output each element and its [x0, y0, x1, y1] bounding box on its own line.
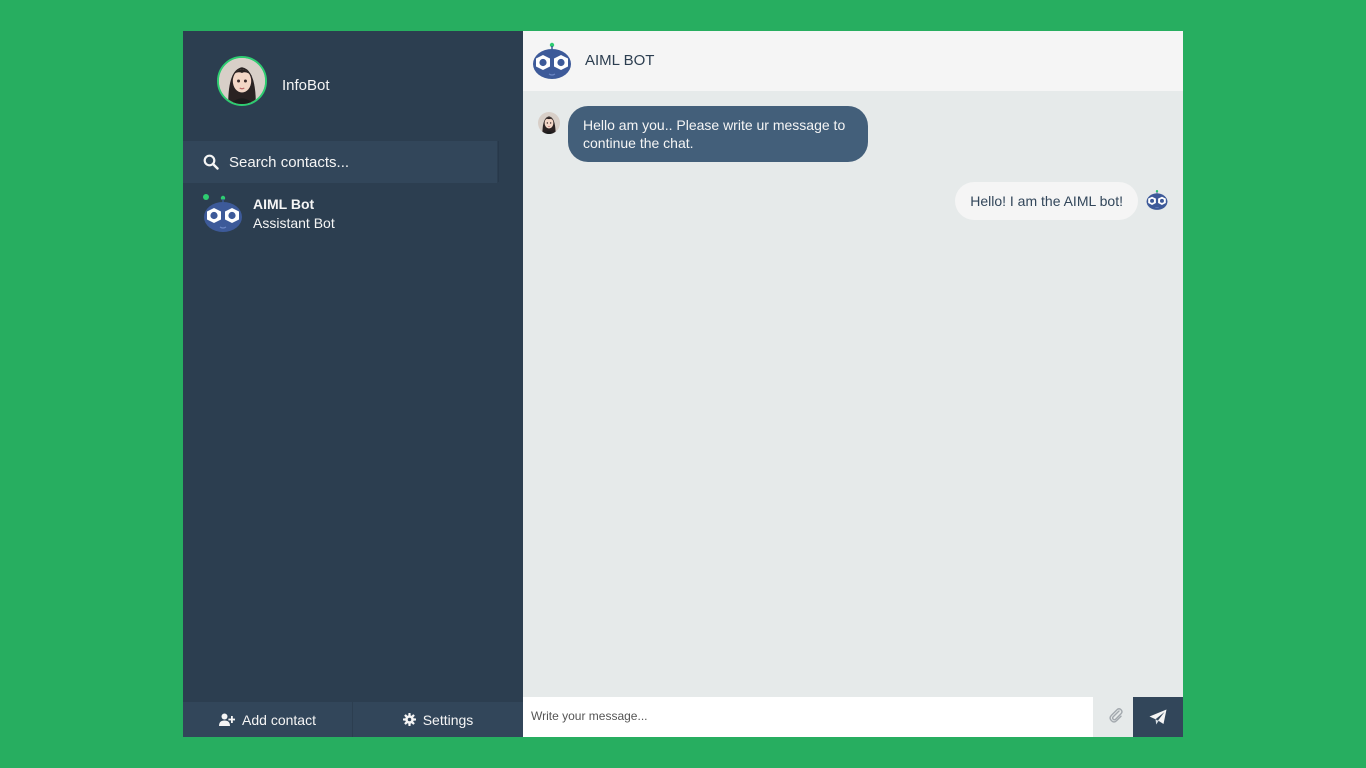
user-name: InfoBot — [282, 77, 330, 94]
search-side-panel — [498, 141, 524, 182]
message-composer — [523, 697, 1183, 737]
chat-contact-name: AIML BOT — [585, 52, 655, 69]
user-profile: InfoBot — [183, 31, 523, 141]
message-bubble: Hello! I am the AIML bot! — [955, 182, 1138, 220]
bottom-bar: Add contact Settings — [183, 702, 523, 737]
add-contact-button[interactable]: Add contact — [183, 702, 353, 737]
message-input[interactable] — [523, 697, 1109, 735]
contact-item-aiml-bot[interactable]: AIML Bot Assistant Bot — [183, 184, 523, 244]
chat-app-frame: InfoBot AIML Bot Assistant Bot — [183, 31, 1183, 737]
search-input[interactable] — [229, 142, 489, 183]
message-reply: Hello! I am the AIML bot! — [955, 182, 1168, 220]
add-user-icon — [219, 713, 236, 726]
settings-button[interactable]: Settings — [353, 702, 523, 737]
bot-avatar-icon — [1146, 189, 1168, 211]
search-bar — [183, 141, 497, 184]
user-avatar[interactable] — [217, 56, 267, 106]
bot-avatar-icon — [203, 194, 243, 234]
contact-name: AIML Bot — [253, 196, 315, 212]
contact-list: AIML Bot Assistant Bot — [183, 184, 523, 244]
paperclip-icon[interactable] — [1108, 707, 1124, 723]
user-avatar-small — [538, 112, 560, 134]
message-list: Hello am you.. Please write ur message t… — [523, 91, 1183, 697]
chat-header: AIML BOT — [523, 31, 1183, 91]
gear-icon — [402, 713, 416, 726]
chat-panel: AIML BOT Hello am you.. Please write ur … — [523, 31, 1183, 737]
add-contact-label: Add contact — [242, 711, 316, 728]
settings-label: Settings — [422, 711, 474, 728]
contact-preview: Assistant Bot — [253, 215, 335, 231]
sidebar: InfoBot AIML Bot Assistant Bot — [183, 31, 524, 737]
search-icon — [203, 154, 219, 170]
bot-avatar-icon — [532, 41, 572, 81]
message-bubble: Hello am you.. Please write ur message t… — [568, 106, 868, 162]
send-button[interactable] — [1133, 697, 1183, 737]
online-status-indicator — [203, 194, 209, 200]
paper-plane-icon — [1149, 709, 1167, 725]
message-sent: Hello am you.. Please write ur message t… — [538, 106, 868, 162]
